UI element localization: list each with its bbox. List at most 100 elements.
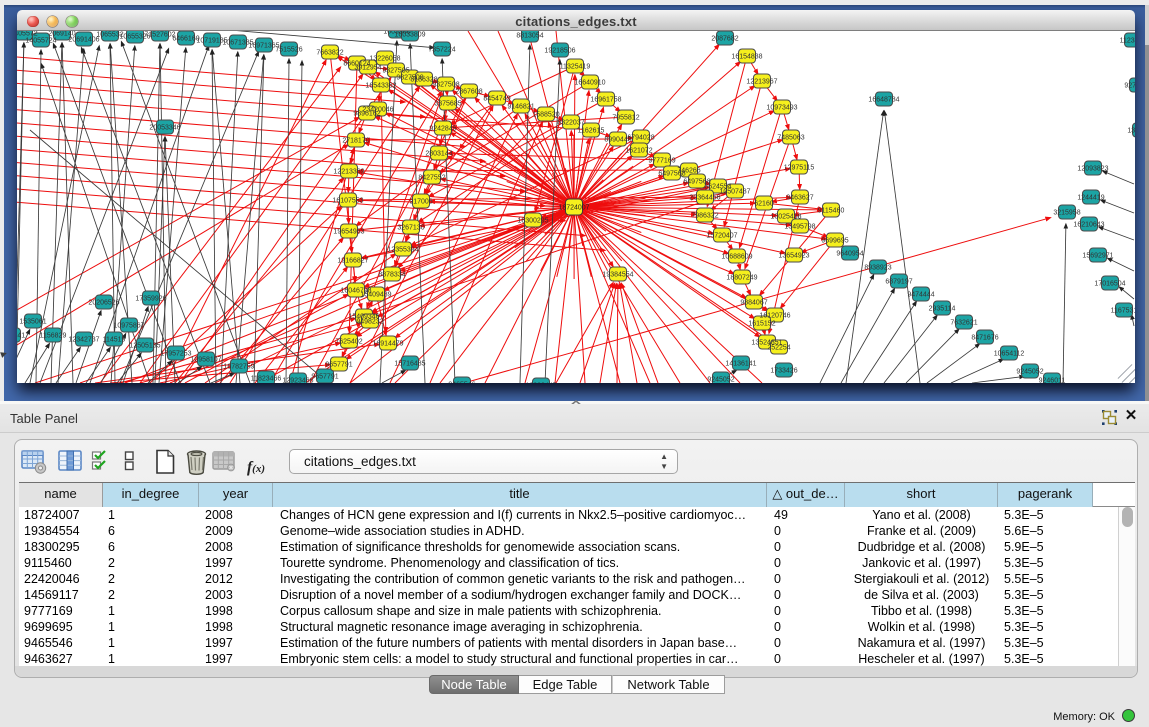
svg-text:2087682: 2087682	[711, 36, 738, 43]
svg-text:7663822: 7663822	[316, 50, 343, 57]
svg-text:16107553: 16107553	[332, 198, 363, 205]
svg-text:62160: 62160	[754, 201, 774, 208]
svg-text:8878334: 8878334	[378, 272, 405, 279]
svg-text:9777169: 9777169	[648, 158, 675, 165]
svg-text:14136141: 14136141	[725, 361, 756, 368]
svg-text:9463627: 9463627	[786, 195, 813, 202]
svg-text:3375685: 3375685	[434, 101, 461, 108]
svg-text:15720407: 15720407	[706, 233, 737, 240]
svg-text:16961758: 16961758	[590, 97, 621, 104]
svg-text:11325419: 11325419	[560, 64, 591, 71]
svg-text:9465546: 9465546	[448, 382, 475, 384]
svg-text:12213369: 12213369	[333, 169, 364, 176]
svg-text:9896162: 9896162	[353, 111, 380, 118]
svg-text:114519: 114519	[103, 337, 126, 344]
svg-text:16543362: 16543362	[365, 83, 396, 90]
svg-text:12355394: 12355394	[387, 247, 418, 254]
svg-text:9327505: 9327505	[382, 68, 409, 75]
svg-text:16914479: 16914479	[372, 341, 403, 348]
svg-text:9474444: 9474444	[907, 292, 934, 299]
svg-text:9146821: 9146821	[507, 104, 534, 111]
svg-text:19384554: 19384554	[602, 272, 633, 279]
svg-text:1162615: 1162615	[578, 128, 605, 135]
svg-text:252254: 252254	[767, 345, 790, 352]
svg-text:9273344: 9273344	[1124, 83, 1135, 90]
svg-text:1342267: 1342267	[1127, 128, 1135, 135]
svg-text:19166827: 19166827	[337, 258, 368, 265]
svg-text:20691406: 20691406	[68, 37, 99, 44]
svg-text:10025438: 10025438	[770, 214, 801, 221]
svg-text:20053346: 20053346	[149, 125, 180, 132]
svg-text:15409489: 15409489	[360, 292, 391, 299]
svg-text:9242845: 9242845	[429, 126, 456, 133]
svg-text:9246011: 9246011	[1039, 378, 1066, 384]
svg-text:12975115: 12975115	[784, 165, 815, 172]
svg-text:20364456: 20364456	[689, 195, 720, 202]
svg-text:7986322: 7986322	[691, 213, 718, 220]
svg-text:10975867: 10975867	[113, 323, 144, 330]
svg-text:16120746: 16120746	[759, 313, 790, 320]
svg-text:2935114: 2935114	[929, 306, 956, 313]
svg-text:1535061: 1535061	[19, 319, 46, 326]
svg-text:7625402: 7625402	[335, 339, 362, 346]
svg-text:10507487: 10507487	[719, 189, 750, 196]
svg-text:9657791: 9657791	[325, 362, 352, 369]
svg-text:9657791: 9657791	[311, 374, 338, 381]
svg-text:12093823: 12093823	[1077, 166, 1108, 173]
svg-text:1733426: 1733426	[770, 368, 797, 375]
svg-text:16210643: 16210643	[1073, 222, 1104, 229]
svg-text:6879197: 6879197	[885, 279, 912, 286]
svg-text:10973493: 10973493	[766, 105, 797, 112]
svg-text:8427552: 8427552	[418, 175, 445, 182]
svg-text:14055724: 14055724	[25, 38, 56, 45]
svg-text:917006: 917006	[409, 199, 432, 206]
svg-text:18300295: 18300295	[517, 218, 548, 225]
svg-text:10688609: 10688609	[721, 254, 752, 261]
svg-text:7632621: 7632621	[950, 320, 977, 327]
svg-text:19218506: 19218506	[544, 48, 575, 55]
svg-text:746266: 746266	[677, 168, 700, 175]
svg-text:1156829: 1156829	[40, 333, 67, 340]
svg-text:2718170: 2718170	[342, 138, 369, 145]
svg-text:1615152: 1615152	[748, 321, 775, 328]
svg-text:7485063: 7485063	[777, 135, 804, 142]
svg-text:13226058: 13226058	[369, 56, 400, 63]
svg-text:12342737: 12342737	[68, 337, 99, 344]
svg-text:6794028: 6794028	[627, 135, 654, 142]
svg-text:9115460: 9115460	[818, 208, 845, 215]
svg-text:8186328: 8186328	[410, 77, 437, 84]
svg-text:9498232: 9498232	[356, 319, 383, 326]
svg-text:1588520: 1588520	[532, 112, 559, 119]
svg-text:7955812: 7955812	[612, 115, 639, 122]
svg-text:8813054: 8813054	[516, 33, 543, 40]
svg-text:12923466: 12923466	[282, 378, 313, 384]
svg-text:9640954: 9640954	[836, 251, 863, 258]
svg-text:1167531: 1167531	[1111, 308, 1135, 315]
svg-text:10958107: 10958107	[190, 357, 221, 364]
svg-text:8454749: 8454749	[483, 96, 510, 103]
svg-text:8471676: 8471676	[971, 335, 998, 342]
svg-text:7357224: 7357224	[428, 47, 455, 54]
svg-text:12505135: 12505135	[129, 343, 160, 350]
svg-text:2803144: 2803144	[425, 151, 452, 158]
svg-text:3215958: 3215958	[1053, 210, 1080, 217]
svg-text:17957253: 17957253	[160, 351, 191, 358]
svg-text:18724007: 18724007	[558, 205, 589, 212]
svg-text:9245052: 9245052	[1016, 369, 1043, 376]
svg-text:8938923: 8938923	[864, 265, 891, 272]
svg-text:71527602: 71527602	[144, 32, 175, 39]
svg-text:12213967: 12213967	[746, 79, 777, 86]
svg-text:18807249: 18807249	[726, 275, 757, 282]
svg-text:9699695: 9699695	[821, 238, 848, 245]
svg-text:3912954: 3912954	[354, 65, 381, 72]
svg-text:3911141: 3911141	[17, 333, 25, 340]
svg-text:15692971: 15692971	[1082, 253, 1113, 260]
svg-text:11823466: 11823466	[251, 376, 282, 383]
svg-text:3267130: 3267130	[397, 225, 424, 232]
svg-text:10654112: 10654112	[994, 351, 1025, 358]
svg-text:12023445: 12023445	[525, 383, 556, 384]
svg-text:15716485: 15716485	[394, 361, 425, 368]
svg-text:16033809: 16033809	[394, 32, 425, 39]
svg-text:13495798: 13495798	[784, 224, 815, 231]
svg-text:20206526: 20206526	[88, 300, 119, 307]
